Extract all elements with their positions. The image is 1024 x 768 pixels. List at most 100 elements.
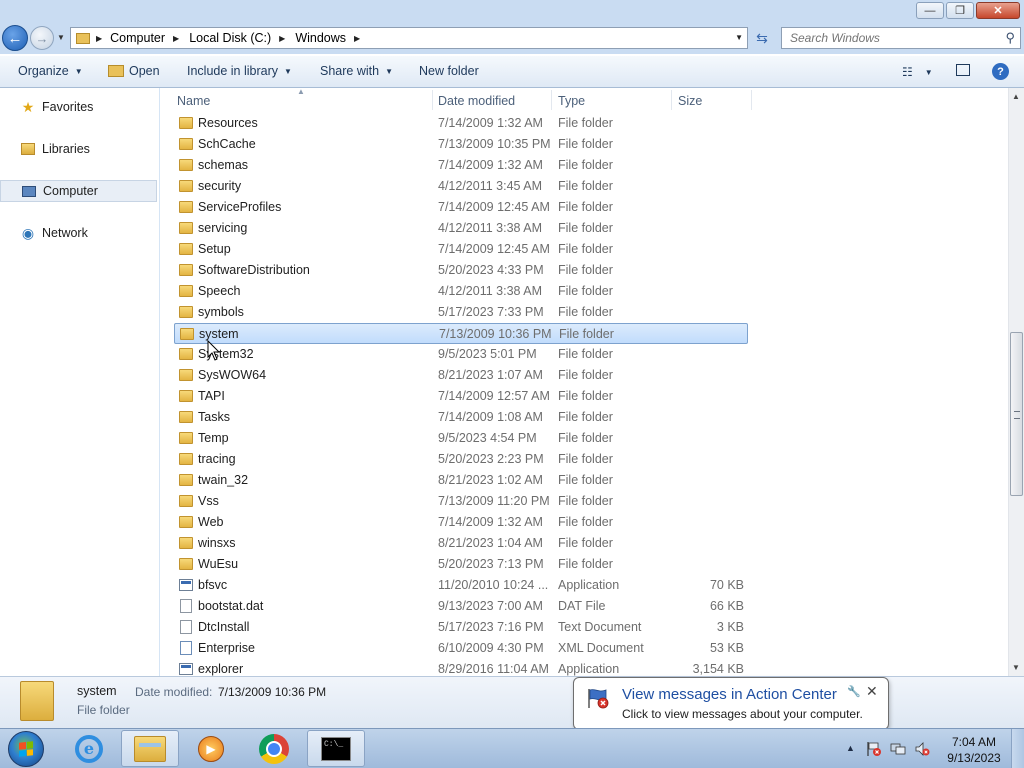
file-row[interactable]: bootstat.dat 9/13/2023 7:00 AM DAT File 66 … <box>174 596 748 617</box>
share-with-button[interactable]: Share with ▼ <box>320 64 393 78</box>
file-row[interactable]: symbols 5/17/2023 7:33 PM File folder <box>174 302 748 323</box>
column-header-type[interactable]: Type <box>558 94 585 108</box>
refresh-icon[interactable]: ⇆ <box>752 29 772 47</box>
file-row[interactable]: Setup 7/14/2009 12:45 AM File folder <box>174 239 748 260</box>
file-row[interactable]: SoftwareDistribution 5/20/2023 4:33 PM Fil… <box>174 260 748 281</box>
column-header-size[interactable]: Size <box>678 94 702 108</box>
navigation-pane: ★ Favorites Libraries Computer ◉ Network <box>0 88 160 676</box>
taskbar-command-prompt[interactable]: C:\_ <box>307 730 365 767</box>
column-divider[interactable] <box>671 90 672 110</box>
notification-title[interactable]: View messages in Action Center <box>622 686 837 703</box>
forward-button[interactable]: → <box>30 26 54 50</box>
column-divider[interactable] <box>551 90 552 110</box>
file-row[interactable]: system 7/13/2009 10:36 PM File folder <box>174 323 748 344</box>
close-button[interactable]: ✕ <box>976 2 1020 19</box>
action-center-tray-icon[interactable] <box>866 741 882 757</box>
recent-pages-dropdown-icon[interactable]: ▼ <box>57 33 65 42</box>
file-row[interactable]: SysWOW64 8/21/2023 1:07 AM File folder <box>174 365 748 386</box>
file-name: system <box>199 327 239 341</box>
address-bar[interactable]: ▶ Computer ▶ Local Disk (C:) ▶ Windows ▶… <box>70 27 748 49</box>
file-row[interactable]: Resources 7/14/2009 1:32 AM File folder <box>174 113 748 134</box>
system-clock[interactable]: 7:04 AM 9/13/2023 <box>944 734 1004 766</box>
action-center-flag-icon <box>588 689 609 709</box>
network-tray-icon[interactable] <box>890 741 906 757</box>
search-box[interactable]: ⚲ <box>781 27 1021 49</box>
command-toolbar: Organize ▼ Open Include in library ▼ Share… <box>0 56 1024 88</box>
sidebar-item-libraries[interactable]: Libraries <box>0 138 157 160</box>
file-date-modified: 7/13/2009 10:35 PM <box>438 137 551 151</box>
open-button[interactable]: Open <box>108 64 160 78</box>
vertical-scrollbar[interactable]: ▲ ▼ <box>1008 88 1024 676</box>
taskbar-internet-explorer[interactable]: e <box>60 730 118 767</box>
scrollbar-thumb[interactable] <box>1010 332 1023 496</box>
chevron-right-icon[interactable]: ▶ <box>96 34 102 43</box>
file-date-modified: 7/14/2009 1:32 AM <box>438 116 543 130</box>
sidebar-item-network[interactable]: ◉ Network <box>0 222 157 244</box>
file-row[interactable]: servicing 4/12/2011 3:38 AM File folder <box>174 218 748 239</box>
column-divider[interactable] <box>751 90 752 110</box>
file-row[interactable]: WuEsu 5/20/2023 7:13 PM File folder <box>174 554 748 575</box>
search-input[interactable] <box>788 30 992 46</box>
breadcrumb-item-computer[interactable]: Computer <box>110 31 165 45</box>
file-row[interactable]: Temp 9/5/2023 4:54 PM File folder <box>174 428 748 449</box>
include-in-library-button[interactable]: Include in library ▼ <box>187 64 292 78</box>
view-options-button[interactable]: ☷ ▼ <box>902 65 933 79</box>
scroll-down-icon[interactable]: ▼ <box>1012 663 1020 672</box>
file-row[interactable]: Web 7/14/2009 1:32 AM File folder <box>174 512 748 533</box>
file-row[interactable]: Speech 4/12/2011 3:38 AM File folder <box>174 281 748 302</box>
file-row[interactable]: explorer 8/29/2016 11:04 AM Application 3,1… <box>174 659 748 676</box>
file-row[interactable]: bfsvc 11/20/2010 10:24 ... Application 70 K… <box>174 575 748 596</box>
file-row[interactable]: System32 9/5/2023 5:01 PM File folder <box>174 344 748 365</box>
file-row[interactable]: DtcInstall 5/17/2023 7:16 PM Text Document… <box>174 617 748 638</box>
taskbar-chrome[interactable] <box>245 730 303 767</box>
breadcrumb-item-local-disk[interactable]: Local Disk (C:) <box>189 31 271 45</box>
new-folder-button[interactable]: New folder <box>419 64 479 78</box>
file-row[interactable]: TAPI 7/14/2009 12:57 AM File folder <box>174 386 748 407</box>
scroll-up-icon[interactable]: ▲ <box>1012 92 1020 101</box>
folder-icon <box>179 495 193 507</box>
sidebar-item-computer[interactable]: Computer <box>0 180 157 202</box>
action-center-notification[interactable]: View messages in Action Center Click to … <box>573 677 889 744</box>
address-history-dropdown-icon[interactable]: ▼ <box>735 33 743 42</box>
notification-close-button[interactable]: ✕ <box>866 683 878 700</box>
taskbar-windows-explorer[interactable] <box>121 730 179 767</box>
file-type: File folder <box>558 557 613 571</box>
file-row[interactable]: tracing 5/20/2023 2:23 PM File folder <box>174 449 748 470</box>
start-button[interactable] <box>3 730 49 768</box>
column-header-name[interactable]: Name <box>177 94 210 108</box>
show-hidden-icons-icon[interactable]: ▲ <box>846 743 855 753</box>
minimize-button[interactable]: — <box>916 2 944 19</box>
file-row[interactable]: Tasks 7/14/2009 1:08 AM File folder <box>174 407 748 428</box>
chevron-right-icon[interactable]: ▶ <box>173 34 179 43</box>
organize-button[interactable]: Organize ▼ <box>18 64 83 78</box>
column-divider[interactable] <box>432 90 433 110</box>
file-row[interactable]: security 4/12/2011 3:45 AM File folder <box>174 176 748 197</box>
chevron-right-icon[interactable]: ▶ <box>354 34 360 43</box>
file-row[interactable]: schemas 7/14/2009 1:32 AM File folder <box>174 155 748 176</box>
folder-icon <box>179 558 193 570</box>
breadcrumb-item-windows[interactable]: Windows <box>295 31 346 45</box>
show-desktop-button[interactable] <box>1011 729 1024 768</box>
sidebar-item-favorites[interactable]: ★ Favorites <box>0 96 157 118</box>
maximize-button[interactable]: ❐ <box>946 2 974 19</box>
file-name: Enterprise <box>198 641 255 655</box>
file-name: Resources <box>198 116 258 130</box>
file-row[interactable]: ServiceProfiles 7/14/2009 12:45 AM File fo… <box>174 197 748 218</box>
file-row[interactable]: winsxs 8/21/2023 1:04 AM File folder <box>174 533 748 554</box>
back-button[interactable]: ← <box>2 25 28 51</box>
help-button[interactable]: ? <box>992 63 1009 80</box>
taskbar-media-player[interactable]: ▶ <box>182 730 240 767</box>
column-header-date[interactable]: Date modified <box>438 94 515 108</box>
folder-icon <box>179 264 193 276</box>
file-row[interactable]: Vss 7/13/2009 11:20 PM File folder <box>174 491 748 512</box>
volume-muted-icon[interactable] <box>914 741 930 757</box>
file-row[interactable]: Enterprise 6/10/2009 4:30 PM XML Document 5… <box>174 638 748 659</box>
search-icon[interactable]: ⚲ <box>1005 30 1015 46</box>
file-type: File folder <box>558 473 613 487</box>
file-row[interactable]: SchCache 7/13/2009 10:35 PM File folder <box>174 134 748 155</box>
file-type: XML Document <box>558 641 644 655</box>
file-row[interactable]: twain_32 8/21/2023 1:02 AM File folder <box>174 470 748 491</box>
wrench-icon[interactable]: 🔧 <box>847 685 861 698</box>
preview-pane-button[interactable] <box>956 64 970 76</box>
chevron-right-icon[interactable]: ▶ <box>279 34 285 43</box>
